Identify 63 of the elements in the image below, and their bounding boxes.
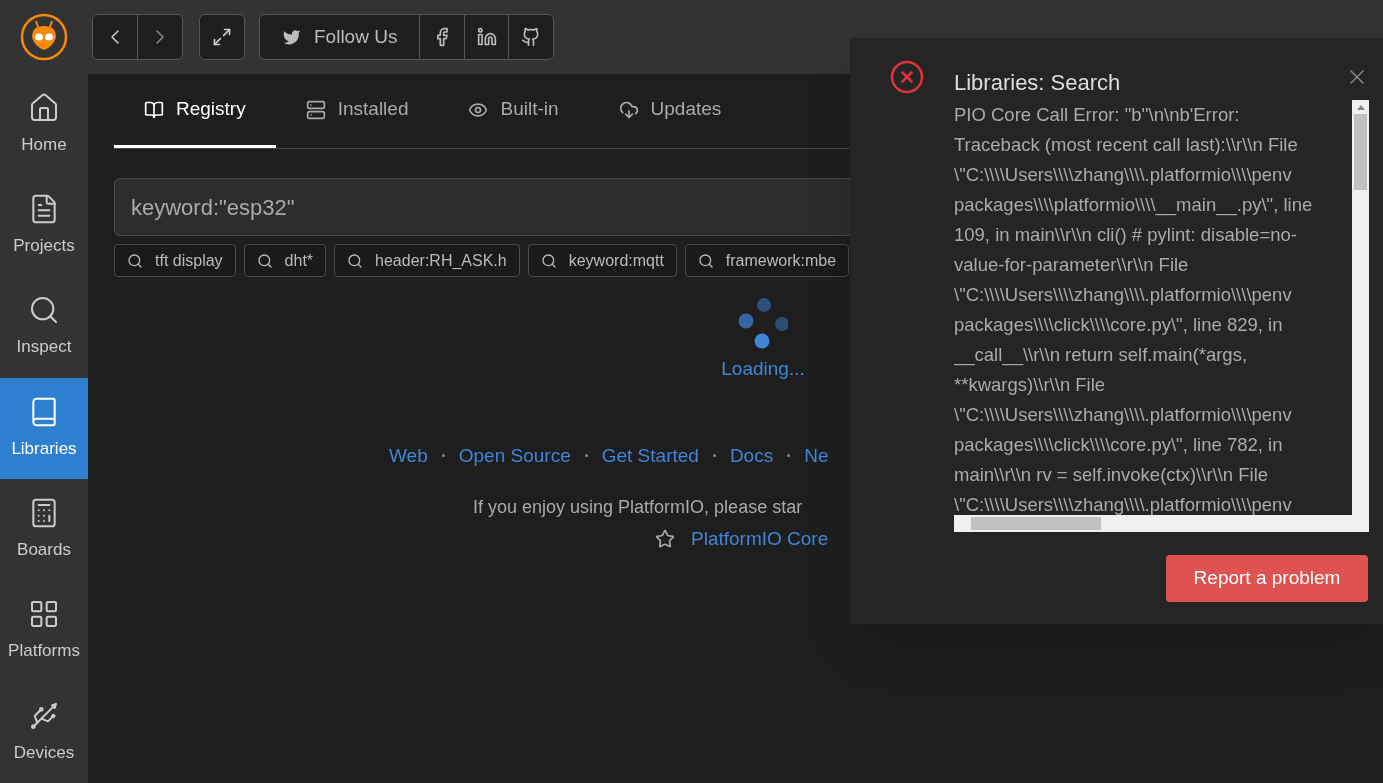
loading-spinner-icon [738,297,788,351]
error-text-line: Traceback (most recent call last):\\r\\n File [954,133,1299,157]
dialog-title: Libraries: Search [954,69,1121,97]
suggestion-chip[interactable]: dht* [243,244,327,277]
search-icon [697,252,714,269]
book-icon [144,99,164,120]
scrollbar-thumb[interactable] [971,517,1101,530]
tab[interactable]: Built-in [438,74,589,148]
horizontal-scrollbar[interactable] [954,515,1369,532]
error-text-line: \"C:\\\\Users\\\\zhang\\\\.platformio\\\\penv [954,403,1293,427]
suggestion-chip[interactable]: header:RH_ASK.h [334,244,520,277]
vertical-scrollbar[interactable] [1352,100,1369,515]
tab[interactable]: Installed [275,74,439,148]
star-icon [655,529,675,550]
sidebar-item[interactable]: Libraries [0,377,88,480]
expand-icon [212,27,232,47]
star-prompt-text: If you enjoy using PlatformIO, please star [473,496,804,519]
error-text-line: value-for-parameter\\r\\n File [954,253,1190,277]
fullscreen-button[interactable] [199,14,245,60]
sidebar-item[interactable]: Boards [0,479,88,581]
sidebar-item[interactable]: Platforms [0,580,88,682]
search-field[interactable]: keyword:"esp32" [114,178,850,236]
error-text-line: \"C:\\\\Users\\\\zhang\\\\.platformio\\\\penv [954,163,1293,187]
alien-logo-icon [20,13,68,61]
sidebar-item[interactable]: Devices [0,681,88,783]
suggestion-chip[interactable]: keyword:mqtt [527,244,677,277]
footer-link[interactable]: Ne [804,441,829,470]
home-icon [28,91,60,124]
scroll-up-arrow-icon[interactable] [1356,105,1365,110]
tab[interactable]: Registry [114,74,276,148]
tab[interactable]: Updates [588,74,752,148]
error-icon [889,59,925,95]
suggestion-chip[interactable]: framework:mbe [684,244,850,277]
search-icon [127,252,143,269]
error-text-line: packages\\\\click\\\\core.py\", line 829, in [954,313,1284,337]
error-text-line: 109, in main\\r\\n cli() # pylint: disable=no- [954,223,1298,247]
error-text-line: packages\\\\platformio\\\\__main__.py\", line [954,193,1314,218]
search-icon [540,252,557,269]
footer-link[interactable]: Open Source [458,441,571,470]
error-text-line: PIO Core Call Error: "b''\n\nb'Error: [954,103,1241,127]
error-text-line: main\\r\\n rv = self.invoke(ctx)\\r\\n File [954,463,1270,487]
error-text-line: **kwargs)\\r\\n File [954,373,1107,397]
linkedin-icon [476,27,497,47]
bird-icon [282,27,302,47]
error-text-line: __call__\\r\\n return self.main(*args, [954,343,1249,368]
error-text-line: \"C:\\\\Users\\\\zhang\\\\.platformio\\\\penv [954,283,1293,307]
footer-link[interactable]: Docs [729,441,774,470]
cloud-download-icon [618,99,639,120]
loading-text: Loading... [721,357,805,381]
sidebar-item[interactable]: Projects [0,175,88,277]
sidebar-item[interactable]: Inspect [0,276,88,378]
suggestion-chip[interactable]: tft display [114,244,236,277]
cabinet-icon [305,99,326,120]
error-text-line: \"C:\\\\Users\\\\zhang\\\\.platformio\\\\penv [954,493,1293,515]
platformio-core-link[interactable]: PlatformIO Core [691,525,829,554]
sidebar-item[interactable]: Home [0,74,88,176]
search-icon [347,252,364,269]
scrollbar-thumb[interactable] [1354,114,1367,190]
report-problem-button[interactable]: Report a problem [1166,555,1368,602]
search-icon [256,252,273,269]
footer-link[interactable]: Get Started [601,441,699,470]
footer-link[interactable]: Web [389,441,428,470]
error-text-line: packages\\\\click\\\\core.py\", line 782, in [954,433,1284,457]
